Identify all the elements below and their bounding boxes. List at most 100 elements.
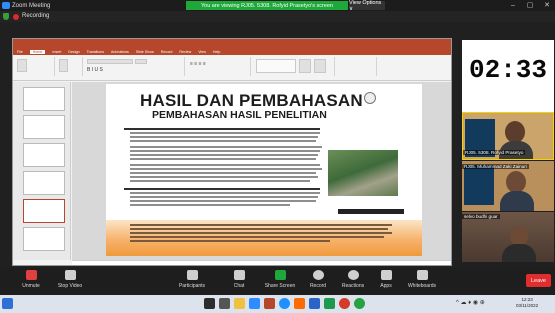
screen-share-banner: You are viewing RJ05. 5308. Rofyid Prase… bbox=[186, 1, 348, 10]
edge-icon[interactable] bbox=[279, 298, 290, 309]
task-view-icon[interactable] bbox=[219, 298, 230, 309]
slide-text-line bbox=[130, 196, 318, 198]
ppt-notes-bar[interactable] bbox=[72, 260, 451, 265]
ppt-tab[interactable]: Help bbox=[213, 50, 220, 54]
windows-start-icon[interactable] bbox=[2, 298, 13, 309]
ppt-tab-active[interactable]: Home bbox=[29, 49, 46, 54]
participant-video-tile[interactable]: RJ05. 5308. Rofyid Prasetyo bbox=[462, 112, 554, 160]
excel-icon[interactable] bbox=[324, 298, 335, 309]
current-slide[interactable]: HASIL DAN PEMBAHASAN PEMBAHASAN HASIL PE… bbox=[106, 84, 422, 256]
participant-name: RJ05. Muhammad Zaki Zainuri bbox=[462, 164, 529, 169]
share-screen-label: Share Screen bbox=[264, 283, 296, 289]
apps-icon bbox=[380, 270, 392, 280]
ppt-titlebar bbox=[13, 39, 451, 48]
view-options-button[interactable]: View Options ∨ bbox=[349, 0, 385, 12]
university-logo bbox=[364, 92, 376, 104]
app-icon[interactable] bbox=[294, 298, 305, 309]
slide-thumbnail[interactable] bbox=[23, 227, 65, 251]
ppt-tab[interactable]: Design bbox=[68, 50, 79, 54]
shapes-gallery[interactable] bbox=[256, 59, 296, 73]
quick-styles-button[interactable] bbox=[314, 59, 326, 73]
ppt-tab[interactable]: Record bbox=[161, 50, 173, 54]
record-button[interactable]: Record bbox=[307, 270, 329, 289]
system-tray-icons[interactable]: ^ ☁ ♦ ◉ ⊕ bbox=[456, 299, 485, 306]
slide-text-line bbox=[130, 224, 392, 226]
slide-thumbnail-selected[interactable] bbox=[23, 199, 65, 223]
chat-button[interactable]: Chat bbox=[228, 270, 250, 289]
paragraph-group: ≡ ≡ ≡ ≡ bbox=[187, 57, 251, 76]
slide-text-line bbox=[130, 168, 322, 170]
record-label: Record bbox=[309, 283, 327, 289]
slide-text-line bbox=[130, 200, 316, 202]
participant-face bbox=[510, 226, 528, 246]
ppt-tab[interactable]: View bbox=[198, 50, 206, 54]
shape-format-group bbox=[337, 57, 377, 76]
slide-text-line bbox=[130, 236, 384, 238]
arrange-button[interactable] bbox=[299, 59, 311, 73]
ppt-tab[interactable]: File bbox=[17, 50, 23, 54]
ppt-tab[interactable]: Transitions bbox=[87, 50, 104, 54]
slide-thumbnails-panel[interactable] bbox=[13, 82, 71, 260]
slide-text-line bbox=[130, 140, 316, 142]
paste-button[interactable] bbox=[17, 59, 27, 72]
slide-thumbnail[interactable] bbox=[23, 115, 65, 139]
file-explorer-icon[interactable] bbox=[234, 298, 245, 309]
ppt-tab[interactable]: Insert bbox=[52, 50, 61, 54]
leave-button[interactable]: Leave bbox=[526, 274, 551, 287]
share-screen-button[interactable]: Share Screen bbox=[262, 270, 298, 289]
chrome-icon[interactable] bbox=[339, 298, 350, 309]
font-size-box[interactable] bbox=[135, 59, 147, 64]
participant-name: RJ05. 5308. Rofyid Prasetyo bbox=[463, 150, 526, 155]
zoom-taskbar-icon[interactable] bbox=[249, 298, 260, 309]
reactions-button[interactable]: Reactions bbox=[338, 270, 368, 289]
powerpoint-taskbar-icon[interactable] bbox=[264, 298, 275, 309]
timer-display: 02:33 bbox=[468, 55, 547, 85]
whiteboards-label: Whiteboards bbox=[407, 283, 437, 289]
slide-text-line bbox=[130, 228, 388, 230]
stop-video-button[interactable]: Stop Video bbox=[54, 270, 86, 289]
meeting-info-bar bbox=[0, 11, 555, 22]
drawing-group bbox=[253, 57, 335, 76]
slide-thumbnail[interactable] bbox=[23, 171, 65, 195]
paragraph-icons[interactable]: ≡ ≡ ≡ ≡ bbox=[190, 61, 206, 67]
recording-label: Recording bbox=[22, 13, 50, 19]
slide-text-line bbox=[130, 232, 392, 234]
participant-video-tile[interactable]: selvo budhi guar bbox=[462, 212, 554, 262]
photo-caption bbox=[338, 209, 404, 214]
slide-text-line bbox=[130, 192, 320, 194]
minimize-icon[interactable]: – bbox=[508, 1, 518, 10]
search-icon[interactable] bbox=[204, 298, 215, 309]
zoom-app-icon bbox=[2, 2, 10, 9]
whatsapp-icon[interactable] bbox=[354, 298, 365, 309]
participant-name: selvo budhi guar bbox=[462, 214, 500, 219]
whiteboards-button[interactable]: Whiteboards bbox=[405, 270, 439, 289]
apps-button[interactable]: Apps bbox=[376, 270, 396, 289]
new-slide-button[interactable] bbox=[59, 59, 68, 72]
participant-video-tile[interactable]: RJ05. Muhammad Zaki Zainuri bbox=[462, 161, 554, 211]
clipboard-group bbox=[15, 57, 55, 76]
video-camera-icon bbox=[64, 270, 76, 280]
shield-icon[interactable] bbox=[3, 13, 9, 20]
unmute-button[interactable]: Unmute bbox=[18, 270, 44, 289]
participants-label: Participants bbox=[178, 283, 206, 289]
slide-thumbnail[interactable] bbox=[23, 87, 65, 111]
ppt-tab[interactable]: Slide Show bbox=[136, 50, 154, 54]
word-icon[interactable] bbox=[309, 298, 320, 309]
slide-thumbnail[interactable] bbox=[23, 143, 65, 167]
ppt-tab[interactable]: Review bbox=[179, 50, 191, 54]
font-format-icons[interactable]: B I U S bbox=[87, 67, 103, 73]
ppt-tab[interactable]: Animations bbox=[111, 50, 129, 54]
font-name-box[interactable] bbox=[87, 59, 133, 64]
slides-group bbox=[57, 57, 83, 76]
editing-group bbox=[379, 57, 419, 76]
close-icon[interactable]: ✕ bbox=[542, 1, 552, 10]
participants-button[interactable]: Participants bbox=[175, 270, 209, 289]
maximize-icon[interactable]: ▢ bbox=[525, 1, 535, 10]
ppt-ribbon: B I U S ≡ ≡ ≡ ≡ bbox=[13, 55, 451, 81]
stop-video-label: Stop Video bbox=[57, 283, 83, 289]
font-group: B I U S bbox=[85, 57, 185, 76]
slide-text-line bbox=[130, 158, 316, 160]
slide-photo bbox=[328, 150, 398, 196]
slide-text-line bbox=[130, 150, 320, 152]
system-clock[interactable]: 12:23 03/11/2022 bbox=[516, 297, 538, 309]
